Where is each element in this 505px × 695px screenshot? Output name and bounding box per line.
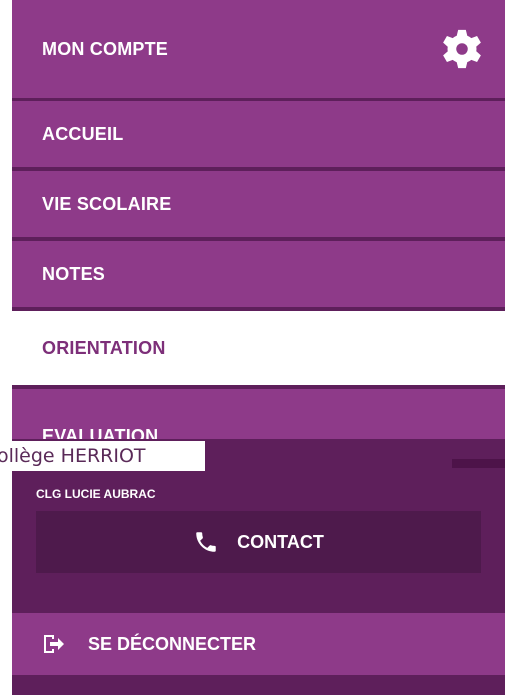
menu-item-label: ACCUEIL [42, 123, 124, 144]
sidebar-panel: MON COMPTE ACCUEIL VIE SCOLAIRE NOTES OR… [12, 0, 505, 695]
school-tooltip: ollège HERRIOT [0, 441, 205, 471]
contact-label: CONTACT [237, 531, 324, 552]
contact-button[interactable]: CONTACT [36, 511, 481, 573]
menu-item-account[interactable]: MON COMPTE [12, 0, 505, 98]
menu-item-label: ORIENTATION [42, 337, 166, 358]
menu-item-accueil[interactable]: ACCUEIL [12, 101, 505, 167]
menu-item-label: VIE SCOLAIRE [42, 193, 172, 214]
school-name: CLG LUCIE AUBRAC [36, 487, 156, 501]
menu-item-account-label: MON COMPTE [42, 38, 168, 59]
menu-item-orientation[interactable]: ORIENTATION [12, 311, 505, 385]
logout-label: SE DÉCONNECTER [88, 633, 257, 654]
menu-item-vie-scolaire[interactable]: VIE SCOLAIRE [12, 171, 505, 237]
menu-item-label: NOTES [42, 263, 106, 284]
menu-item-notes[interactable]: NOTES [12, 241, 505, 307]
phone-icon [196, 532, 216, 552]
menu-item-label: EVALUATION [42, 426, 159, 439]
logout-button[interactable]: SE DÉCONNECTER [12, 613, 505, 675]
gear-icon[interactable] [439, 26, 485, 72]
menu-item-evaluation[interactable]: EVALUATION [12, 389, 505, 439]
divider [452, 459, 505, 468]
logout-icon [44, 635, 64, 653]
